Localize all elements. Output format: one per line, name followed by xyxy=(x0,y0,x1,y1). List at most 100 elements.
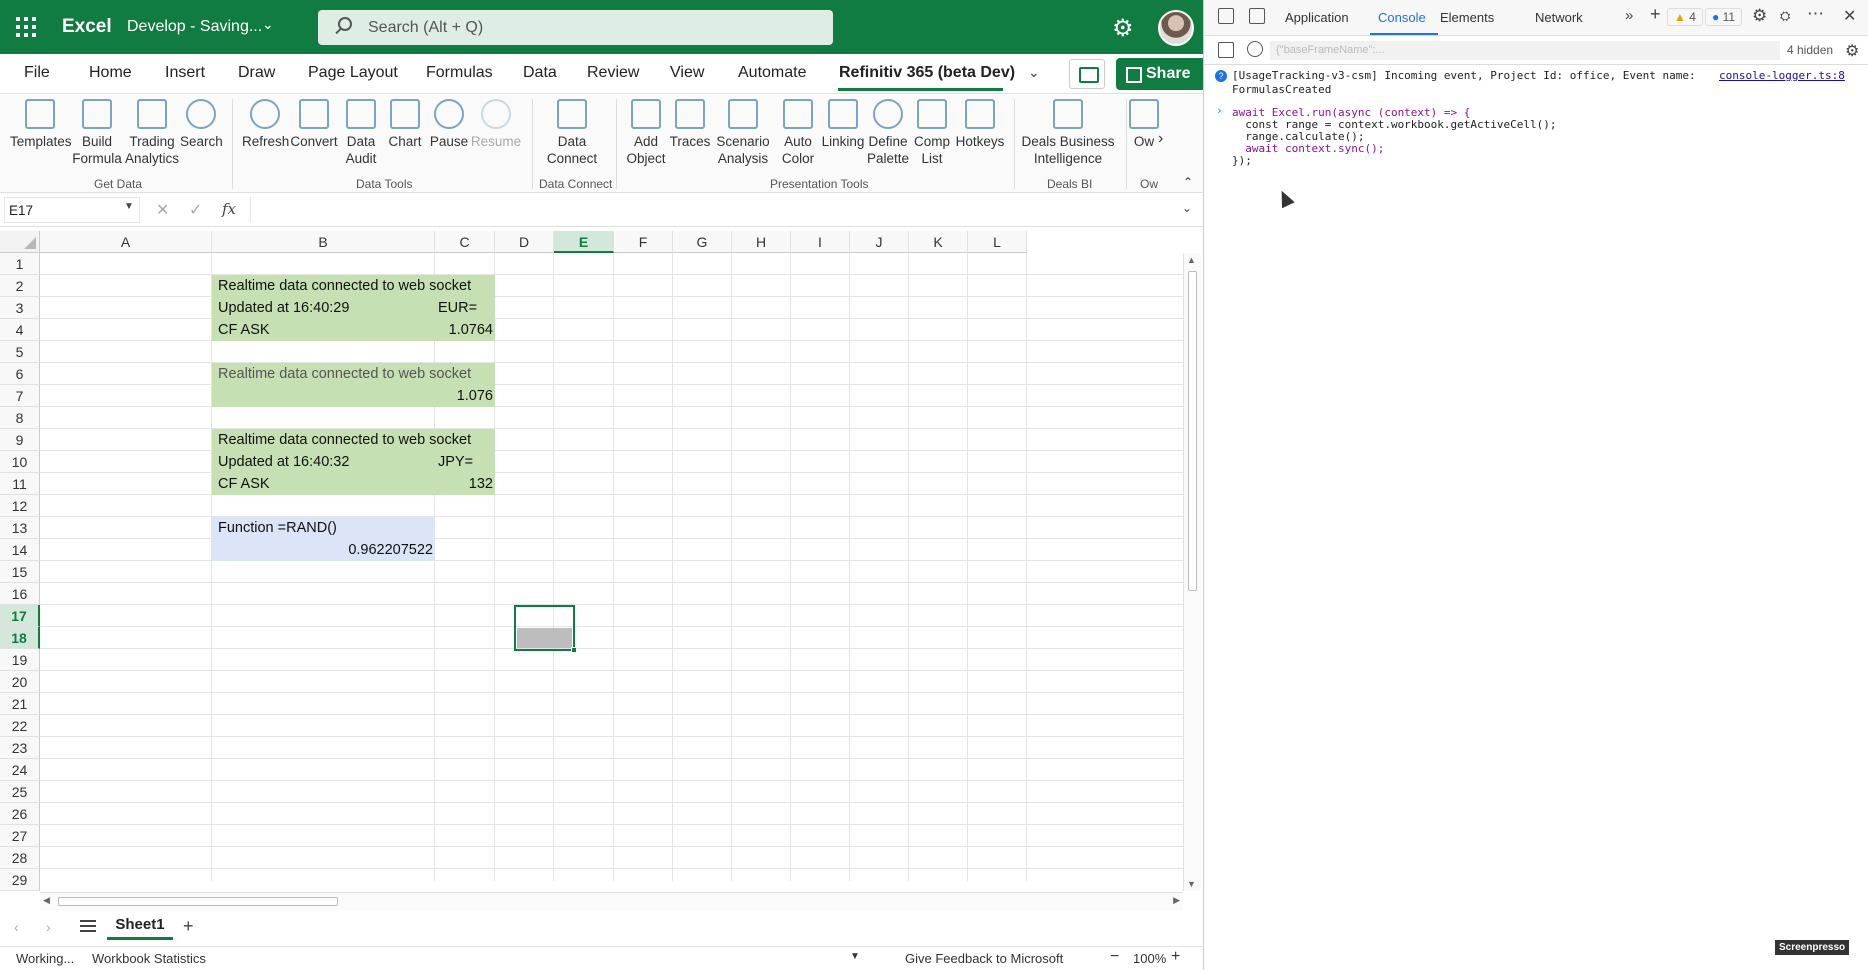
auto-color-button[interactable]: Auto Color xyxy=(776,99,820,167)
cell-c7[interactable]: 1.076 xyxy=(435,385,493,407)
device-toggle-icon[interactable] xyxy=(1249,8,1265,24)
row-header-24[interactable]: 24 xyxy=(0,759,40,781)
linking-button[interactable]: Linking xyxy=(820,99,866,150)
column-header-h[interactable]: H xyxy=(732,231,791,253)
tab-console[interactable]: Console xyxy=(1378,10,1426,25)
more-tabs-icon[interactable]: » xyxy=(1625,7,1633,24)
row-header-27[interactable]: 27 xyxy=(0,825,40,847)
row-header-17[interactable]: 17 xyxy=(0,605,40,627)
warnings-badge[interactable]: ▲ 4 xyxy=(1667,8,1703,26)
selection-range[interactable] xyxy=(514,605,577,653)
chevron-down-icon[interactable]: ⌄ xyxy=(1182,201,1192,215)
cell-c10[interactable]: JPY= xyxy=(438,451,473,473)
ownership-button[interactable]: Ow xyxy=(1128,99,1160,150)
fill-handle[interactable] xyxy=(571,647,577,653)
worksheet-grid[interactable]: ABCDEFGHIJKL 1 2 3 4 5 6 7 8 9 10 11 12 13 14 15 16 17 18… xyxy=(0,231,1203,891)
log-source-link[interactable]: console-logger.ts:8 xyxy=(1719,69,1845,82)
zoom-in-icon[interactable]: + xyxy=(1171,948,1180,966)
issues-badge[interactable]: ● 11 xyxy=(1705,8,1743,26)
check-icon[interactable]: ✓ xyxy=(189,200,202,220)
row-header-5[interactable]: 5 xyxy=(0,341,40,363)
scroll-thumb[interactable] xyxy=(1188,271,1197,591)
search-input[interactable]: Search (Alt + Q) xyxy=(318,10,833,45)
scroll-left-icon[interactable]: ◀ xyxy=(43,895,50,906)
cell-b6[interactable]: Realtime data connected to web socket xyxy=(218,363,471,385)
chevron-left-icon[interactable]: ‹ xyxy=(14,919,19,935)
row-header-10[interactable]: 10 xyxy=(0,451,40,473)
cell-c11[interactable]: 132 xyxy=(435,473,493,495)
insert-function-icon[interactable]: fx xyxy=(222,200,236,218)
hotkeys-button[interactable]: Hotkeys xyxy=(954,99,1006,150)
zoom-level[interactable]: 100% xyxy=(1133,951,1166,966)
trading-analytics-button[interactable]: Trading Analytics xyxy=(122,99,182,167)
column-header-g[interactable]: G xyxy=(673,231,732,253)
tab-automate[interactable]: Automate xyxy=(738,64,806,82)
add-sheet-icon[interactable]: + xyxy=(183,916,194,937)
row-header-12[interactable]: 12 xyxy=(0,495,40,517)
cell-b9[interactable]: Realtime data connected to web socket xyxy=(218,429,471,451)
gear-icon[interactable]: ⚙ xyxy=(1845,41,1859,61)
gear-icon[interactable]: ⚙ xyxy=(1112,14,1134,43)
scroll-thumb[interactable] xyxy=(58,897,338,906)
row-header-29[interactable]: 29 xyxy=(0,869,40,891)
search-button[interactable]: Search xyxy=(180,99,223,150)
column-header-c[interactable]: C xyxy=(435,231,495,253)
clear-console-icon[interactable] xyxy=(1247,41,1263,57)
console-filter-input[interactable]: {"baseFrameName":... xyxy=(1270,41,1780,60)
row-header-22[interactable]: 22 xyxy=(0,715,40,737)
sheet-tab-sheet1[interactable]: Sheet1 xyxy=(107,912,173,940)
tab-draw[interactable]: Draw xyxy=(238,64,275,82)
resume-button[interactable]: Resume xyxy=(470,99,522,150)
workbook-statistics-button[interactable]: Workbook Statistics xyxy=(92,951,206,966)
row-header-23[interactable]: 23 xyxy=(0,737,40,759)
data-audit-button[interactable]: Data Audit xyxy=(340,99,382,167)
cell-b10[interactable]: Updated at 16:40:32 xyxy=(218,451,349,473)
row-header-11[interactable]: 11 xyxy=(0,473,40,495)
column-header-d[interactable]: D xyxy=(495,231,554,253)
row-header-9[interactable]: 9 xyxy=(0,429,40,451)
cell-b4[interactable]: CF ASK xyxy=(218,319,270,341)
row-header-2[interactable]: 2 xyxy=(0,275,40,297)
add-object-button[interactable]: Add Object xyxy=(624,99,668,167)
chevron-down-icon[interactable]: ⌄ xyxy=(262,16,274,33)
cell-b13[interactable]: Function =RAND() xyxy=(218,517,337,539)
name-box[interactable]: E17 xyxy=(4,197,140,223)
tab-network[interactable]: Network xyxy=(1535,10,1583,25)
tab-formulas[interactable]: Formulas xyxy=(426,64,493,82)
column-header-k[interactable]: K xyxy=(909,231,968,253)
customize-icon[interactable]: ⛭ xyxy=(1780,8,1790,24)
build-formula-button[interactable]: Build Formula xyxy=(70,99,124,167)
row-header-18[interactable]: 18 xyxy=(0,627,40,649)
document-title[interactable]: Develop - Saving... xyxy=(127,18,262,36)
tab-elements[interactable]: Elements xyxy=(1440,10,1494,25)
vertical-scrollbar[interactable]: ▲ ▼ xyxy=(1183,253,1201,891)
row-header-7[interactable]: 7 xyxy=(0,385,40,407)
hidden-messages-count[interactable]: 4 hidden xyxy=(1787,43,1833,57)
scroll-down-icon[interactable]: ▼ xyxy=(1187,879,1196,889)
row-header-6[interactable]: 6 xyxy=(0,363,40,385)
chevron-right-icon[interactable]: › xyxy=(46,919,51,935)
chart-button[interactable]: Chart xyxy=(384,99,426,150)
tab-insert[interactable]: Insert xyxy=(165,64,205,82)
data-connect-button[interactable]: Data Connect xyxy=(540,99,604,167)
row-header-28[interactable]: 28 xyxy=(0,847,40,869)
row-header-4[interactable]: 4 xyxy=(0,319,40,341)
templates-button[interactable]: Templates xyxy=(10,99,72,150)
app-launcher-icon[interactable] xyxy=(16,17,36,37)
tab-home[interactable]: Home xyxy=(89,64,132,82)
comp-list-button[interactable]: Comp List xyxy=(910,99,954,167)
row-header-8[interactable]: 8 xyxy=(0,407,40,429)
row-header-16[interactable]: 16 xyxy=(0,583,40,605)
chevron-up-icon[interactable]: ⌃ xyxy=(1183,175,1193,189)
scenario-analysis-button[interactable]: Scenario Analysis xyxy=(712,99,774,167)
row-header-25[interactable]: 25 xyxy=(0,781,40,803)
cell-b2[interactable]: Realtime data connected to web socket xyxy=(218,275,471,297)
select-all-button[interactable] xyxy=(0,231,40,253)
avatar[interactable] xyxy=(1158,10,1194,46)
cell-b14[interactable]: 0.962207522 xyxy=(212,539,433,561)
zoom-out-icon[interactable]: − xyxy=(1110,948,1119,966)
column-header-j[interactable]: J xyxy=(850,231,909,253)
cell-c4[interactable]: 1.0764 xyxy=(435,319,493,341)
scroll-right-icon[interactable]: ▶ xyxy=(1173,895,1180,906)
row-header-14[interactable]: 14 xyxy=(0,539,40,561)
